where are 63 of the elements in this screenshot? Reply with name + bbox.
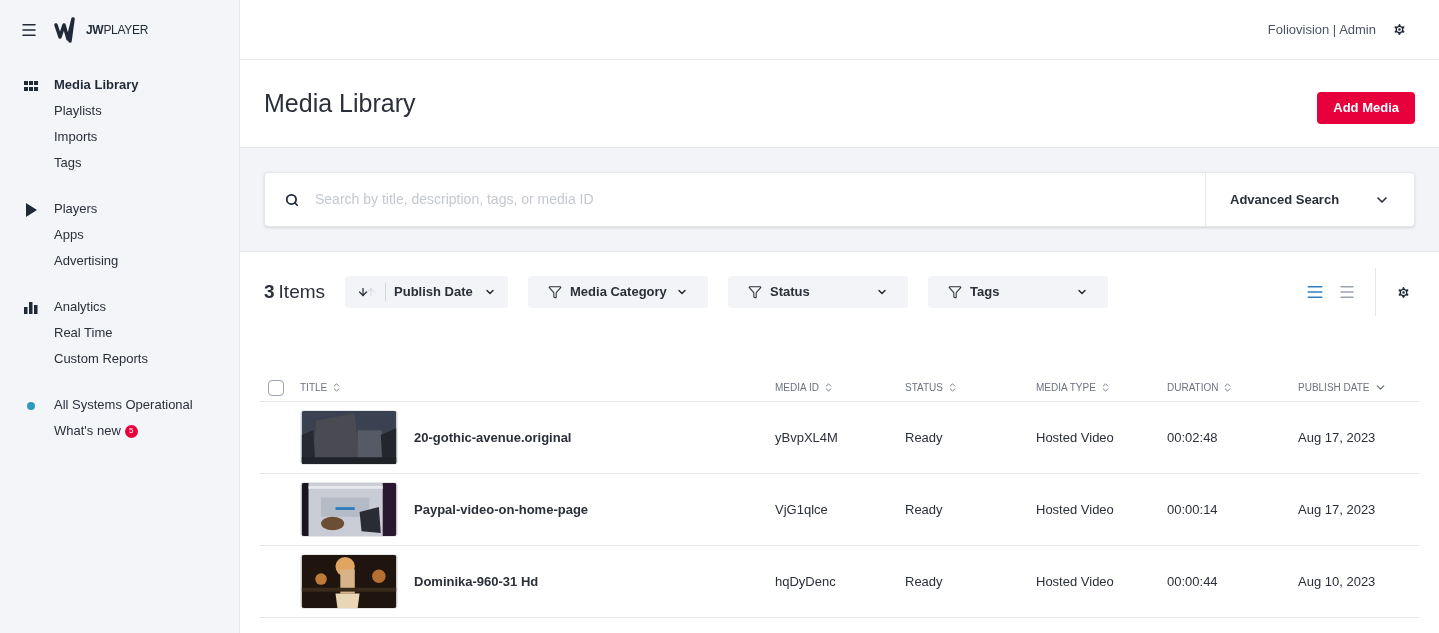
filter-icon	[748, 285, 763, 299]
table-cell-text: Ready	[905, 572, 944, 591]
item-count-label: Items	[278, 279, 326, 304]
column-header[interactable]: DURATION	[1167, 380, 1298, 395]
sidebar-item[interactable]: What's new	[54, 421, 121, 441]
column-header[interactable]: TITLE	[300, 380, 775, 395]
settings-icon[interactable]	[1396, 284, 1411, 300]
sidebar-item[interactable]: Real Time	[54, 323, 113, 343]
table-cell-text: hqDyDenc	[775, 572, 837, 591]
media-title[interactable]: 20-gothic-avenue.original	[414, 427, 572, 448]
play-icon	[25, 202, 37, 217]
select-all-checkbox[interactable]	[268, 379, 284, 396]
table-cell-text: yBvpXL4M	[775, 428, 839, 447]
sidebar-item[interactable]: Media Library	[54, 75, 139, 95]
sidebar-item[interactable]: All Systems Operational	[54, 395, 193, 415]
table-cell-text: Aug 17, 2023	[1298, 428, 1377, 447]
table-cell-text: Aug 10, 2023	[1298, 572, 1377, 591]
sidebar-item[interactable]: Analytics	[54, 297, 107, 317]
table-cell-text: Hosted Video	[1036, 572, 1115, 591]
table-cell-text: 00:02:48	[1167, 428, 1219, 447]
table-cell-text: 00:00:14	[1167, 500, 1219, 519]
sidebar-item[interactable]: Tags	[54, 153, 82, 173]
sidebar-item[interactable]: Players	[54, 199, 98, 219]
filter-icon	[548, 285, 563, 299]
item-count: 3	[264, 279, 275, 304]
column-header[interactable]: MEDIA ID	[775, 380, 905, 395]
column-header[interactable]: STATUS	[905, 380, 1036, 395]
table-cell-text: Aug 17, 2023	[1298, 500, 1377, 519]
bar-chart-icon	[24, 301, 38, 314]
search-icon	[285, 192, 299, 207]
sidebar-item[interactable]: Playlists	[54, 101, 102, 121]
account-label[interactable]: Foliovision | Admin	[1267, 19, 1376, 40]
sort-direction-icon	[357, 286, 378, 298]
search-bar[interactable]: Search by title, description, tags, or media ID Advanced Search	[264, 172, 1415, 227]
media-title[interactable]: Dominika-960-31 Hd	[414, 571, 539, 592]
column-header[interactable]: PUBLISH DATE	[1298, 380, 1419, 395]
notification-badge: 5	[124, 424, 138, 438]
filter-dropdown[interactable]: Media Category	[528, 276, 709, 308]
list-view-icon[interactable]	[1306, 283, 1324, 301]
table-cell-text: 00:00:44	[1167, 572, 1219, 591]
table-cell-text: Ready	[905, 500, 944, 519]
search-field[interactable]: Search by title, description, tags, or media ID	[315, 189, 1185, 210]
column-header[interactable]: MEDIA TYPE	[1036, 380, 1167, 395]
add-media-button[interactable]: Add Media	[1317, 91, 1415, 124]
table-cell-text: Hosted Video	[1036, 428, 1115, 447]
logo-wordmark: JWPLAYER	[86, 22, 149, 39]
sidebar-item[interactable]: Advertising	[54, 251, 119, 271]
settings-icon[interactable]	[1392, 22, 1407, 37]
filter-icon	[948, 285, 963, 299]
menu-button[interactable]	[20, 21, 38, 39]
sidebar-item[interactable]: Custom Reports	[54, 349, 148, 369]
filter-dropdown[interactable]: Status	[728, 276, 909, 308]
advanced-search-dropdown[interactable]: Advanced Search	[1206, 173, 1414, 226]
grid-icon	[24, 80, 38, 91]
table-cell-text: Hosted Video	[1036, 500, 1115, 519]
sort-dropdown[interactable]: Publish Date	[345, 276, 509, 308]
sidebar-item[interactable]: Apps	[54, 225, 84, 245]
page-title: Media Library	[264, 87, 416, 119]
media-title[interactable]: Paypal-video-on-home-page	[414, 499, 589, 520]
filter-dropdown[interactable]: Tags	[928, 276, 1109, 308]
sidebar-item[interactable]: Imports	[54, 127, 98, 147]
table-cell-text: VjG1qlce	[775, 500, 829, 519]
table-cell-text: Ready	[905, 428, 944, 447]
